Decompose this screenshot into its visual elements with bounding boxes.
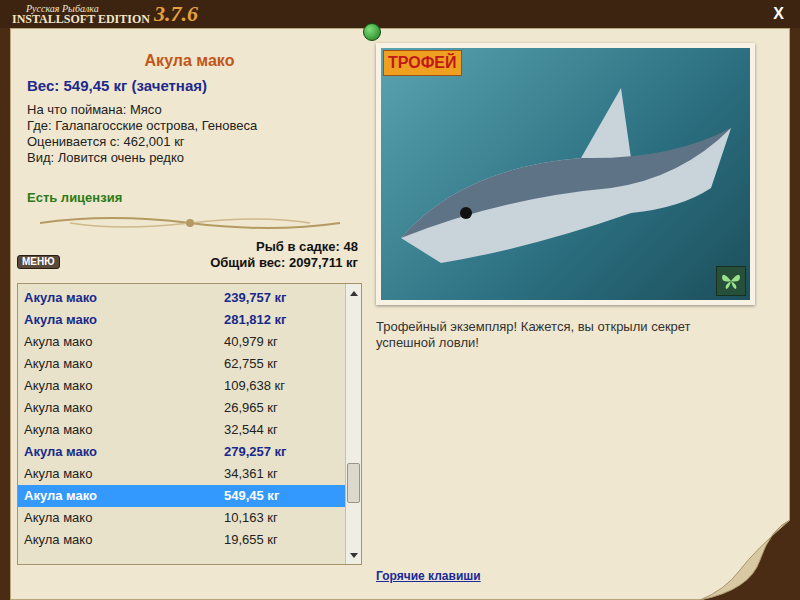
scroll-down-icon[interactable]: [346, 546, 361, 564]
trophy-badge: ТРОФЕЙ: [383, 50, 462, 76]
catch-row[interactable]: Акула мако281,812 кг: [18, 309, 345, 331]
catch-name: Акула мако: [24, 466, 224, 482]
keepnet-row: МЕНЮ Рыб в садке: 48Общий вес: 2097,711 к…: [17, 239, 362, 271]
catch-row[interactable]: Акула мако19,655 кг: [18, 529, 345, 551]
fish-detail: На что поймана: Мясо: [27, 102, 352, 118]
fish-info: Акула макоВес: 549,45 кг (зачетная) На чт…: [17, 35, 362, 235]
catch-row[interactable]: Акула мако32,544 кг: [18, 419, 345, 441]
logo-script: Русская Рыбалка: [12, 3, 150, 14]
catch-row[interactable]: Акула мако10,163 кг: [18, 507, 345, 529]
catch-name: Акула мако: [24, 532, 224, 548]
catch-weight: 34,361 кг: [224, 466, 339, 482]
catch-row[interactable]: Акула мако34,361 кг: [18, 463, 345, 485]
catch-weight: 281,812 кг: [224, 312, 339, 328]
catch-weight: 62,755 кг: [224, 356, 339, 372]
page-curl-icon: [700, 520, 790, 600]
fish-detail: Где: Галапагосские острова, Геновеса: [27, 118, 352, 134]
butterfly-icon[interactable]: [716, 266, 746, 296]
catch-name: Акула мако: [24, 356, 224, 372]
keepnet-total: Общий вес: 2097,711 кг: [210, 255, 358, 271]
game-window: Русская РыбалкаINSTALLSOFT EDITION 3.7.6 X…: [0, 0, 800, 600]
catch-name: Акула мако: [24, 400, 224, 416]
pin-icon: [363, 23, 381, 41]
photo-frame: ТРОФЕЙ: [376, 43, 755, 305]
catch-row[interactable]: Акула мако40,979 кг: [18, 331, 345, 353]
shark-photo-icon: [381, 48, 741, 298]
close-button[interactable]: X: [769, 2, 788, 26]
logo: Русская РыбалкаINSTALLSOFT EDITION 3.7.6: [12, 3, 198, 25]
fish-detail: Вид: Ловится очень редко: [27, 150, 352, 166]
catch-name: Акула мако: [24, 334, 224, 350]
license-status: Есть лицензия: [27, 188, 352, 208]
catch-weight: 549,45 кг: [224, 488, 339, 504]
fish-detail: Оценивается с: 462,001 кг: [27, 134, 352, 150]
catch-name: Акула мако: [24, 444, 224, 460]
keepnet-count: Рыб в садке: 48: [256, 239, 358, 255]
catch-name: Акула мако: [24, 510, 224, 526]
catch-name: Акула мако: [24, 312, 224, 328]
ornament-divider-icon: [30, 211, 350, 235]
catch-name: Акула мако: [24, 422, 224, 438]
logo-edition: INSTALLSOFT EDITION: [12, 14, 150, 25]
catch-name: Акула мако: [24, 378, 224, 394]
scroll-up-icon[interactable]: [346, 284, 361, 302]
scroll-thumb[interactable]: [347, 463, 360, 503]
catch-row[interactable]: Акула мако26,965 кг: [18, 397, 345, 419]
catch-weight: 32,544 кг: [224, 422, 339, 438]
result-message: Трофейный экземпляр! Кажется, вы открыли…: [376, 319, 755, 351]
title-bar: Русская РыбалкаINSTALLSOFT EDITION 3.7.6 X: [0, 0, 800, 28]
left-column: Акула макоВес: 549,45 кг (зачетная)На чт…: [17, 35, 362, 599]
menu-button[interactable]: МЕНЮ: [17, 255, 60, 269]
parchment: Акула макоВес: 549,45 кг (зачетная)На чт…: [10, 28, 790, 600]
catch-row[interactable]: Акула мако279,257 кг: [18, 441, 345, 463]
scrollbar[interactable]: [345, 284, 361, 564]
logo-version: 3.7.6: [154, 3, 198, 25]
catch-name: Акула мако: [24, 290, 224, 306]
catch-list: Акула мако239,757 кгАкула мако281,812 кг…: [17, 283, 362, 565]
fish-weight: Вес: 549,45 кг (зачетная): [27, 75, 352, 98]
catch-weight: 26,965 кг: [224, 400, 339, 416]
catch-row[interactable]: Акула мако109,638 кг: [18, 375, 345, 397]
catch-weight: 109,638 кг: [224, 378, 339, 394]
catch-weight: 40,979 кг: [224, 334, 339, 350]
fish-name: Акула мако: [27, 49, 352, 73]
catch-row[interactable]: Акула мако239,757 кг: [18, 287, 345, 309]
hotkeys-link[interactable]: Горячие клавиши: [376, 567, 481, 585]
catch-weight: 10,163 кг: [224, 510, 339, 526]
catch-weight: 19,655 кг: [224, 532, 339, 548]
right-column: ТРОФЕЙ Трофейный экземпляр! Кажется, вы о…: [376, 35, 755, 599]
catch-weight: 279,257 кг: [224, 444, 339, 460]
catch-weight: 239,757 кг: [224, 290, 339, 306]
catch-name: Акула мако: [24, 488, 224, 504]
catch-row[interactable]: Акула мако62,755 кг: [18, 353, 345, 375]
catch-row[interactable]: Акула мако549,45 кг: [18, 485, 345, 507]
